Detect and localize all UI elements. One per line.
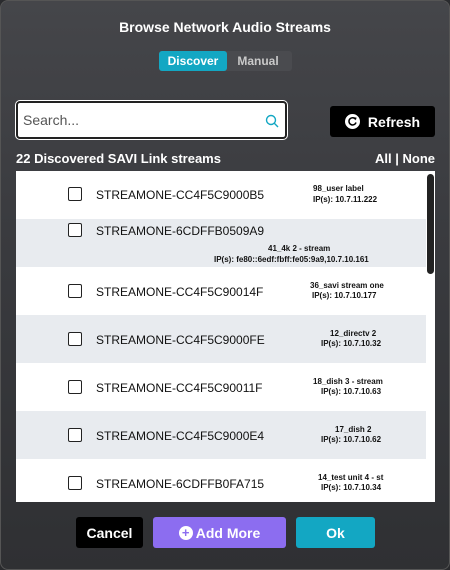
list-item[interactable]: STREAMONE-6CDFFB0509A9 41_4k 2 - stream … (16, 219, 426, 267)
stream-ip: IP(s): 10.7.10.32 (321, 339, 382, 348)
stream-name: STREAMONE-6CDFFB0FA715 (96, 477, 265, 491)
stream-count: 22 Discovered SAVI Link streams (16, 151, 221, 166)
stream-label: 14_test unit 4 - st (318, 473, 384, 482)
scrollbar-thumb[interactable] (427, 174, 434, 274)
stream-ip: IP(s): 10.7.10.62 (321, 435, 382, 444)
search-icon[interactable] (265, 114, 279, 128)
list-item[interactable]: STREAMONE-CC4F5C90014F 36_savi stream on… (16, 267, 426, 315)
stream-list[interactable]: STREAMONE-CC4F5C9000B5 98_user label IP(… (16, 171, 435, 502)
refresh-label: Refresh (367, 113, 421, 130)
ok-button[interactable]: Ok (296, 517, 375, 548)
select-none-link[interactable]: None (403, 151, 436, 166)
stream-label: 12_directv 2 (330, 329, 377, 338)
stream-label: 98_user label (313, 184, 364, 193)
tab-discover[interactable]: Discover (159, 51, 227, 71)
stream-label: 17_dish 2 (335, 425, 372, 434)
stream-checkbox[interactable] (68, 187, 82, 201)
stream-ip: IP(s): fe80::6edf:fbff:fe05:9a9,10.7.10.… (214, 255, 369, 264)
stream-name: STREAMONE-CC4F5C90014F (96, 285, 264, 299)
stream-checkbox[interactable] (68, 476, 82, 490)
select-links: All | None (375, 151, 435, 166)
stream-checkbox[interactable] (68, 332, 82, 346)
cancel-button[interactable]: Cancel (76, 517, 143, 548)
stream-name: STREAMONE-CC4F5C90011F (96, 381, 263, 395)
add-more-label: Add More (195, 524, 261, 541)
select-all-link[interactable]: All (375, 151, 392, 166)
browse-streams-dialog: Browse Network Audio Streams Discover Ma… (0, 0, 450, 570)
stream-name: STREAMONE-CC4F5C9000B5 (96, 188, 265, 202)
list-item[interactable]: STREAMONE-CC4F5C90011F 18_dish 3 - strea… (16, 363, 426, 411)
stream-ip: IP(s): 10.7.10.34 (321, 483, 382, 492)
plus-circle-icon: + (178, 525, 193, 540)
search-input[interactable] (21, 111, 265, 129)
list-item[interactable]: STREAMONE-CC4F5C9000B5 98_user label IP(… (16, 171, 426, 219)
refresh-button[interactable]: Refresh (330, 106, 435, 137)
stream-ip: IP(s): 10.7.11.222 (313, 195, 378, 204)
list-scrollbar[interactable] (426, 171, 435, 502)
list-item[interactable]: STREAMONE-CC4F5C9000FE 12_directv 2 IP(s… (16, 315, 426, 363)
list-item[interactable]: STREAMONE-6CDFFB0FA715 14_test unit 4 - … (16, 459, 426, 502)
dialog-title: Browse Network Audio Streams (119, 19, 331, 35)
stream-label: 36_savi stream one (310, 281, 384, 290)
stream-checkbox[interactable] (68, 284, 82, 298)
add-more-button[interactable]: + Add More (153, 517, 286, 548)
mode-toggle: Discover Manual (159, 51, 292, 71)
stream-name: STREAMONE-CC4F5C9000E4 (96, 429, 265, 443)
stream-name: STREAMONE-6CDFFB0509A9 (96, 224, 265, 238)
tab-manual[interactable]: Manual (227, 51, 289, 71)
stream-ip: IP(s): 10.7.10.177 (312, 291, 377, 300)
stream-checkbox[interactable] (68, 428, 82, 442)
stream-checkbox[interactable] (68, 223, 82, 237)
list-item[interactable]: STREAMONE-CC4F5C9000E4 17_dish 2 IP(s): … (16, 411, 426, 459)
refresh-icon (344, 114, 360, 129)
select-separator: | (395, 151, 399, 166)
search-box (16, 101, 287, 139)
stream-checkbox[interactable] (68, 380, 82, 394)
stream-name: STREAMONE-CC4F5C9000FE (96, 333, 265, 347)
stream-label: 18_dish 3 - stream (313, 377, 383, 386)
stream-label: 41_4k 2 - stream (268, 244, 331, 253)
stream-ip: IP(s): 10.7.10.63 (321, 387, 382, 396)
